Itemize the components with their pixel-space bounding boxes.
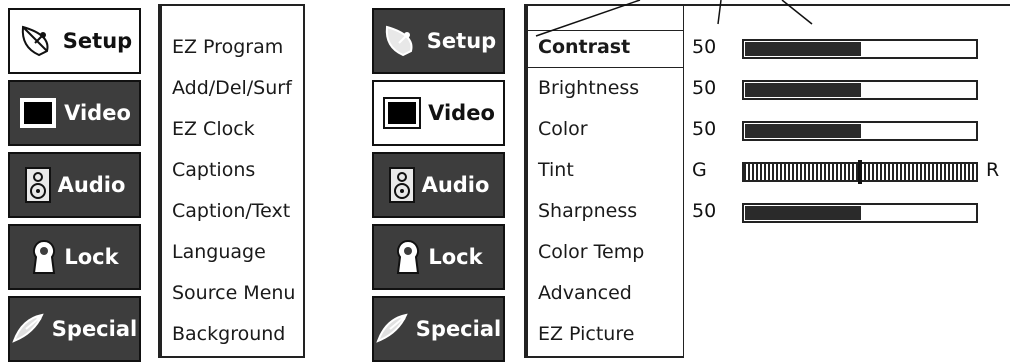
slider-fill	[745, 206, 861, 220]
brightness-value: 50	[692, 77, 717, 99]
slider-fill	[745, 124, 861, 138]
speaker-icon	[24, 166, 52, 204]
tint-row: G R	[692, 157, 1002, 187]
tab-lock[interactable]: Lock	[372, 224, 505, 290]
setup-item-caption-text[interactable]: Caption/Text	[172, 200, 290, 222]
setup-submenu: EZ Program Add/Del/Surf EZ Clock Caption…	[158, 4, 305, 358]
video-item-tint[interactable]: Tint	[538, 159, 574, 181]
video-item-color[interactable]: Color	[538, 118, 588, 140]
callout-line-item	[535, 0, 641, 37]
tv-screen-icon	[382, 96, 422, 130]
tab-special[interactable]: Special	[372, 296, 505, 362]
setup-item-ez-clock[interactable]: EZ Clock	[172, 118, 255, 140]
color-row: 50	[692, 116, 1002, 146]
video-item-advanced[interactable]: Advanced	[538, 282, 632, 304]
callout-lines	[535, 0, 813, 37]
keyhole-icon	[30, 238, 58, 276]
special-dish-icon	[376, 311, 410, 347]
tab-audio-label: Audio	[57, 173, 126, 197]
tab-audio-label: Audio	[421, 173, 490, 197]
special-dish-icon	[12, 311, 46, 347]
callout-line-value	[717, 0, 722, 25]
contrast-slider[interactable]	[742, 39, 978, 59]
setup-item-captions[interactable]: Captions	[172, 159, 255, 181]
brightness-slider[interactable]	[742, 80, 978, 100]
tint-right-label: R	[986, 159, 1000, 181]
setup-item-source-menu[interactable]: Source Menu	[172, 282, 295, 304]
tab-audio[interactable]: Audio	[372, 152, 505, 218]
video-values-panel: 50 50 50 G R 50	[684, 4, 1010, 358]
tab-video-label: Video	[428, 101, 495, 125]
slider-fill	[745, 42, 861, 56]
callout-line-bar	[781, 0, 813, 25]
keyhole-icon	[394, 238, 422, 276]
tab-special-label: Special	[415, 317, 502, 341]
tab-video-label: Video	[64, 101, 131, 125]
slider-fill	[745, 83, 861, 97]
video-item-brightness[interactable]: Brightness	[538, 77, 639, 99]
tab-special-label: Special	[51, 317, 138, 341]
speaker-icon	[388, 166, 416, 204]
tab-lock[interactable]: Lock	[8, 224, 141, 290]
tint-left-label: G	[692, 159, 707, 181]
tint-slider[interactable]	[742, 160, 978, 184]
tab-video[interactable]: Video	[8, 80, 141, 146]
tv-screen-icon	[18, 96, 58, 130]
video-submenu: Contrast Brightness Color Tint Sharpness…	[524, 4, 684, 358]
tint-marker	[858, 160, 862, 184]
color-slider[interactable]	[742, 121, 978, 141]
color-value: 50	[692, 118, 717, 140]
sharpness-row: 50	[692, 198, 1002, 228]
tab-special[interactable]: Special	[8, 296, 141, 362]
tab-video[interactable]: Video	[372, 80, 505, 146]
tab-audio[interactable]: Audio	[8, 152, 141, 218]
brightness-row: 50	[692, 75, 1002, 105]
setup-item-language[interactable]: Language	[172, 241, 266, 263]
sharpness-value: 50	[692, 200, 717, 222]
setup-item-background[interactable]: Background	[172, 323, 285, 345]
video-item-color-temp[interactable]: Color Temp	[538, 241, 644, 263]
setup-item-add-del-surf[interactable]: Add/Del/Surf	[172, 77, 292, 99]
tab-lock-label: Lock	[428, 245, 483, 269]
video-item-sharpness[interactable]: Sharpness	[538, 200, 637, 222]
video-item-ez-picture[interactable]: EZ Picture	[538, 323, 634, 345]
tab-lock-label: Lock	[64, 245, 119, 269]
sharpness-slider[interactable]	[742, 203, 978, 223]
